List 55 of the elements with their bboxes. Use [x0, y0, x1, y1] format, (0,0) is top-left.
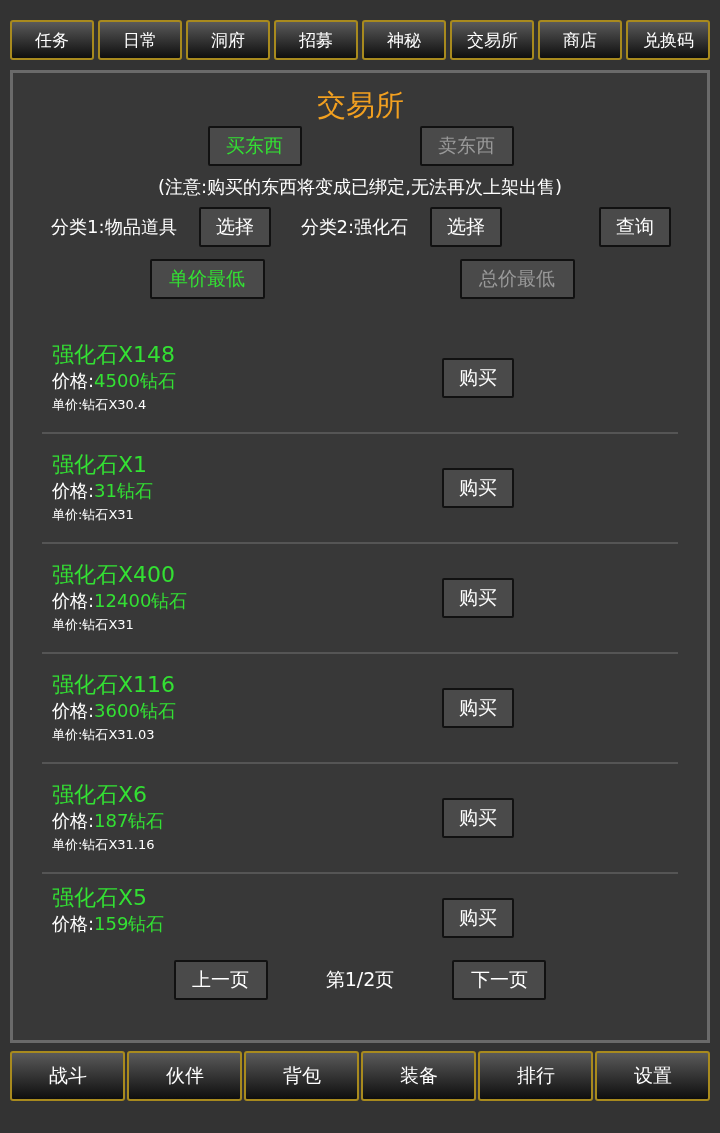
buy-button[interactable]: 购买 [442, 358, 514, 398]
item-name: 强化石X6 [52, 781, 149, 809]
price-value: 31钻石 [94, 480, 153, 501]
price-label: 价格: [52, 480, 95, 501]
nav-tab[interactable]: 招募 [274, 20, 358, 60]
nav-tab[interactable]: 日常 [98, 20, 182, 60]
mode-tab[interactable]: 买东西 [207, 126, 302, 166]
price-value: 3600钻石 [94, 700, 176, 721]
notice-text: (注意:购买的东西将变成已绑定,无法再次上架出售) [158, 175, 562, 199]
item-name: 强化石X148 [52, 341, 177, 369]
nav-tab[interactable]: 商店 [538, 20, 622, 60]
unit-price: 单价:钻石X31 [52, 616, 135, 634]
unit-price: 单价:钻石X31.03 [52, 726, 156, 744]
bottom-nav-tab[interactable]: 设置 [595, 1051, 710, 1101]
bottom-nav-tab[interactable]: 背包 [244, 1051, 359, 1101]
price-value: 12400钻石 [94, 590, 188, 611]
bottom-nav-tab[interactable]: 伙伴 [127, 1051, 242, 1101]
buy-button[interactable]: 购买 [442, 798, 514, 838]
select-button[interactable]: 选择 [430, 207, 503, 247]
select-button[interactable]: 选择 [198, 207, 271, 247]
nav-tab[interactable]: 洞府 [186, 20, 270, 60]
buy-button[interactable]: 购买 [442, 578, 514, 618]
page-title: 交易所 [316, 87, 404, 123]
bottom-nav-tab[interactable]: 战斗 [10, 1051, 125, 1101]
price-label: 价格: [52, 913, 95, 934]
price-label: 价格: [52, 590, 95, 611]
buy-button[interactable]: 购买 [442, 688, 514, 728]
item-name: 强化石X400 [52, 561, 177, 589]
next-page-button[interactable]: 下一页 [452, 960, 547, 1000]
category-label: 分类1:物品道具 [51, 215, 177, 239]
page-indicator: 第1/2页 [325, 967, 395, 992]
nav-tab[interactable]: 兑换码 [626, 20, 710, 60]
sort-tab[interactable]: 单价最低 [149, 259, 265, 299]
buy-button[interactable]: 购买 [442, 468, 514, 508]
item-name: 强化石X5 [52, 884, 149, 912]
nav-tab[interactable]: 交易所 [450, 20, 534, 60]
buy-button[interactable]: 购买 [442, 898, 514, 938]
price-label: 价格: [52, 700, 95, 721]
nav-tab[interactable]: 神秘 [362, 20, 446, 60]
price-value: 187钻石 [94, 810, 165, 831]
bottom-nav-tab[interactable]: 排行 [478, 1051, 593, 1101]
price-label: 价格: [52, 810, 95, 831]
unit-price: 单价:钻石X31.16 [52, 836, 156, 854]
item-name: 强化石X116 [52, 671, 177, 699]
category-label: 分类2:强化石 [300, 215, 409, 239]
query-button[interactable]: 查询 [599, 207, 671, 247]
price-label: 价格: [52, 370, 95, 391]
price-value: 159钻石 [94, 913, 165, 934]
unit-price: 单价:钻石X31 [52, 506, 135, 524]
price-value: 4500钻石 [94, 370, 176, 391]
prev-page-button[interactable]: 上一页 [173, 960, 268, 1000]
nav-tab[interactable]: 任务 [10, 20, 94, 60]
item-name: 强化石X1 [52, 451, 149, 479]
bottom-nav-tab[interactable]: 装备 [361, 1051, 476, 1101]
unit-price: 单价:钻石X30.4 [52, 396, 148, 414]
